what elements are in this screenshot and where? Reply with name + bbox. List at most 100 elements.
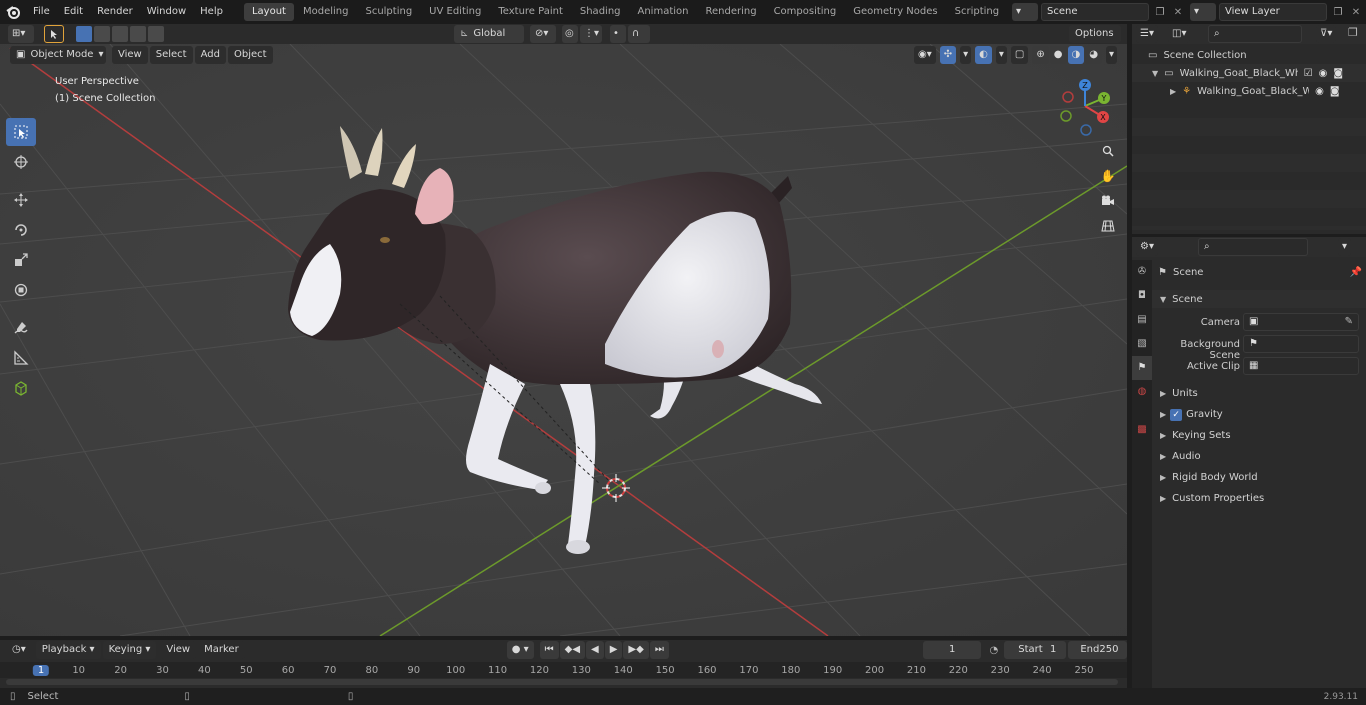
section-gravity[interactable]: ▶ ✓ Gravity bbox=[1152, 404, 1366, 425]
tab-texture-paint[interactable]: Texture Paint bbox=[490, 3, 571, 21]
timeline-scrollbar[interactable] bbox=[6, 679, 1118, 685]
section-custom-properties[interactable]: ▶ Custom Properties bbox=[1152, 488, 1366, 509]
camera-render-icon[interactable]: ◙ bbox=[1330, 86, 1340, 97]
menu-render[interactable]: Render bbox=[90, 0, 140, 24]
overlays-dropdown-icon[interactable]: ▾ bbox=[995, 46, 1007, 64]
view-layer-name-field[interactable]: View Layer bbox=[1219, 3, 1327, 21]
rendered-shading-icon[interactable]: ◕ bbox=[1085, 46, 1102, 64]
tab-geometry-nodes[interactable]: Geometry Nodes bbox=[845, 3, 945, 21]
scene-browse-icon[interactable]: ▾ bbox=[1012, 3, 1038, 21]
editor-type-icon[interactable]: ⊞▾ bbox=[8, 25, 34, 43]
jump-start-icon[interactable]: ⏮ bbox=[539, 641, 559, 659]
menu-add[interactable]: Add bbox=[194, 46, 226, 64]
camera-render-icon[interactable]: ◙ bbox=[1333, 68, 1343, 79]
scale-tool-icon[interactable] bbox=[6, 246, 36, 274]
view-layer-new-icon[interactable]: ❐ bbox=[1330, 7, 1346, 18]
tab-uv-editing[interactable]: UV Editing bbox=[421, 3, 489, 21]
mode-dropdown[interactable]: ▣ Object Mode ▾ bbox=[10, 46, 106, 64]
end-frame-field[interactable]: End 250 bbox=[1068, 641, 1128, 659]
keying-menu[interactable]: Keying ▾ bbox=[102, 641, 157, 659]
outliner-display-mode-icon[interactable]: ◫▾ bbox=[1168, 25, 1191, 43]
gizmo-dropdown-icon[interactable]: ▾ bbox=[960, 46, 972, 64]
prev-keyframe-icon[interactable]: ◆◀ bbox=[559, 641, 586, 659]
menu-window[interactable]: Window bbox=[140, 0, 193, 24]
select-extend-icon[interactable] bbox=[94, 26, 110, 42]
snap-target-icon[interactable]: ⋮▾ bbox=[580, 25, 602, 43]
timeline-view-menu[interactable]: View bbox=[160, 641, 197, 659]
tab-sculpting[interactable]: Sculpting bbox=[357, 3, 420, 21]
scene-remove-icon[interactable]: ✕ bbox=[1171, 7, 1185, 18]
proportional-falloff-icon[interactable]: ∩ bbox=[628, 25, 650, 43]
properties-options-icon[interactable]: ▾ bbox=[1338, 238, 1352, 256]
playback-menu[interactable]: Playback ▾ bbox=[35, 641, 101, 659]
overlays-toggle-icon[interactable]: ◐ bbox=[975, 46, 992, 64]
pivot-point-icon[interactable]: ⊘▾ bbox=[530, 25, 556, 43]
eye-icon[interactable]: ◉ bbox=[1315, 86, 1324, 97]
world-tab-icon[interactable]: ◍ bbox=[1132, 380, 1152, 404]
outliner-row-goat-root[interactable]: ▼ ▭ Walking_Goat_Black_White_0 ☑ ◉ ◙ bbox=[1132, 64, 1366, 82]
next-keyframe-icon[interactable]: ▶◆ bbox=[623, 641, 649, 659]
transform-orientation-dropdown[interactable]: ⊾ Global bbox=[454, 25, 524, 43]
marker-menu[interactable]: Marker bbox=[198, 641, 245, 659]
scene-name-field[interactable]: Scene bbox=[1041, 3, 1149, 21]
add-cube-tool-icon[interactable] bbox=[6, 374, 36, 402]
select-intersect-icon[interactable] bbox=[148, 26, 164, 42]
select-box-tool-icon[interactable] bbox=[6, 118, 36, 146]
expand-right-icon[interactable]: ▶ bbox=[1170, 87, 1176, 96]
tab-animation[interactable]: Animation bbox=[630, 3, 697, 21]
transform-tool-icon[interactable] bbox=[6, 276, 36, 304]
snap-icon[interactable]: ◎ bbox=[562, 25, 578, 43]
section-audio[interactable]: ▶ Audio bbox=[1152, 446, 1366, 467]
viewport-3d[interactable]: User Perspective (1) Scene Collection Y … bbox=[0, 44, 1127, 636]
zoom-icon[interactable] bbox=[1097, 140, 1119, 162]
frame-ruler[interactable]: 1 10 20 30 40 50 60 70 80 90 100 110 120 130 140 150 160… bbox=[0, 662, 1127, 678]
section-keying-sets[interactable]: ▶ Keying Sets bbox=[1152, 425, 1366, 446]
camera-view-icon[interactable] bbox=[1097, 190, 1119, 212]
output-tab-icon[interactable]: ▤ bbox=[1132, 308, 1152, 332]
xray-toggle-icon[interactable]: ▢ bbox=[1010, 46, 1029, 64]
active-clip-field[interactable]: ▦ bbox=[1243, 357, 1359, 375]
play-reverse-icon[interactable]: ◀ bbox=[586, 641, 604, 659]
section-units[interactable]: ▶ Units bbox=[1152, 383, 1366, 404]
tab-modeling[interactable]: Modeling bbox=[295, 3, 357, 21]
tool-tab-icon[interactable]: ✇ bbox=[1132, 260, 1152, 284]
options-dropdown[interactable]: Options bbox=[1069, 25, 1121, 43]
menu-help[interactable]: Help bbox=[193, 0, 230, 24]
current-frame-field[interactable]: 1 bbox=[922, 641, 982, 659]
play-icon[interactable]: ▶ bbox=[604, 641, 623, 659]
gravity-checkbox[interactable]: ✓ bbox=[1170, 408, 1183, 421]
camera-field[interactable]: ▣ ✎ bbox=[1243, 313, 1359, 331]
tab-rendering[interactable]: Rendering bbox=[697, 3, 764, 21]
scene-panel-header[interactable]: ▼ Scene bbox=[1152, 290, 1366, 308]
render-tab-icon[interactable]: ◘ bbox=[1132, 284, 1152, 308]
section-rigid-body-world[interactable]: ▶ Rigid Body World bbox=[1152, 467, 1366, 488]
menu-file[interactable]: File bbox=[26, 0, 57, 24]
jump-end-icon[interactable]: ⏭ bbox=[649, 641, 669, 659]
gizmo-toggle-icon[interactable]: ✣ bbox=[939, 46, 957, 64]
tab-scripting[interactable]: Scripting bbox=[947, 3, 1007, 21]
move-tool-icon[interactable] bbox=[6, 186, 36, 214]
scene-tab-icon[interactable]: ⚑ bbox=[1132, 356, 1152, 380]
select-new-icon[interactable] bbox=[76, 26, 92, 42]
navigation-gizmo[interactable]: Y X Z bbox=[1057, 76, 1117, 136]
properties-search-input[interactable]: ⌕ bbox=[1198, 238, 1308, 256]
view-layer-remove-icon[interactable]: ✕ bbox=[1349, 7, 1363, 18]
background-scene-field[interactable]: ⚑ bbox=[1243, 335, 1359, 353]
view-layer-tab-icon[interactable]: ▧ bbox=[1132, 332, 1152, 356]
record-button[interactable]: ● ▾ bbox=[506, 641, 534, 659]
cursor-tool-icon[interactable] bbox=[6, 148, 36, 176]
outliner-filter-icon[interactable]: ⊽▾ bbox=[1316, 25, 1337, 43]
tab-layout[interactable]: Layout bbox=[243, 3, 294, 21]
menu-select[interactable]: Select bbox=[149, 46, 193, 64]
pan-hand-icon[interactable]: ✋ bbox=[1097, 165, 1119, 187]
properties-editor-type-icon[interactable]: ⚙▾ bbox=[1136, 238, 1158, 256]
proportional-edit-icon[interactable]: • bbox=[610, 25, 626, 43]
outliner-editor-type-icon[interactable]: ☰▾ bbox=[1136, 25, 1158, 43]
view-layer-browse-icon[interactable]: ▾ bbox=[1190, 3, 1216, 21]
material-shading-icon[interactable]: ◑ bbox=[1067, 46, 1085, 64]
eyedropper-icon[interactable]: ✎ bbox=[1345, 314, 1353, 330]
annotate-tool-icon[interactable] bbox=[6, 314, 36, 342]
active-tool-icon[interactable] bbox=[44, 25, 64, 43]
tab-compositing[interactable]: Compositing bbox=[766, 3, 845, 21]
outliner-search-input[interactable]: ⌕ bbox=[1208, 25, 1302, 43]
